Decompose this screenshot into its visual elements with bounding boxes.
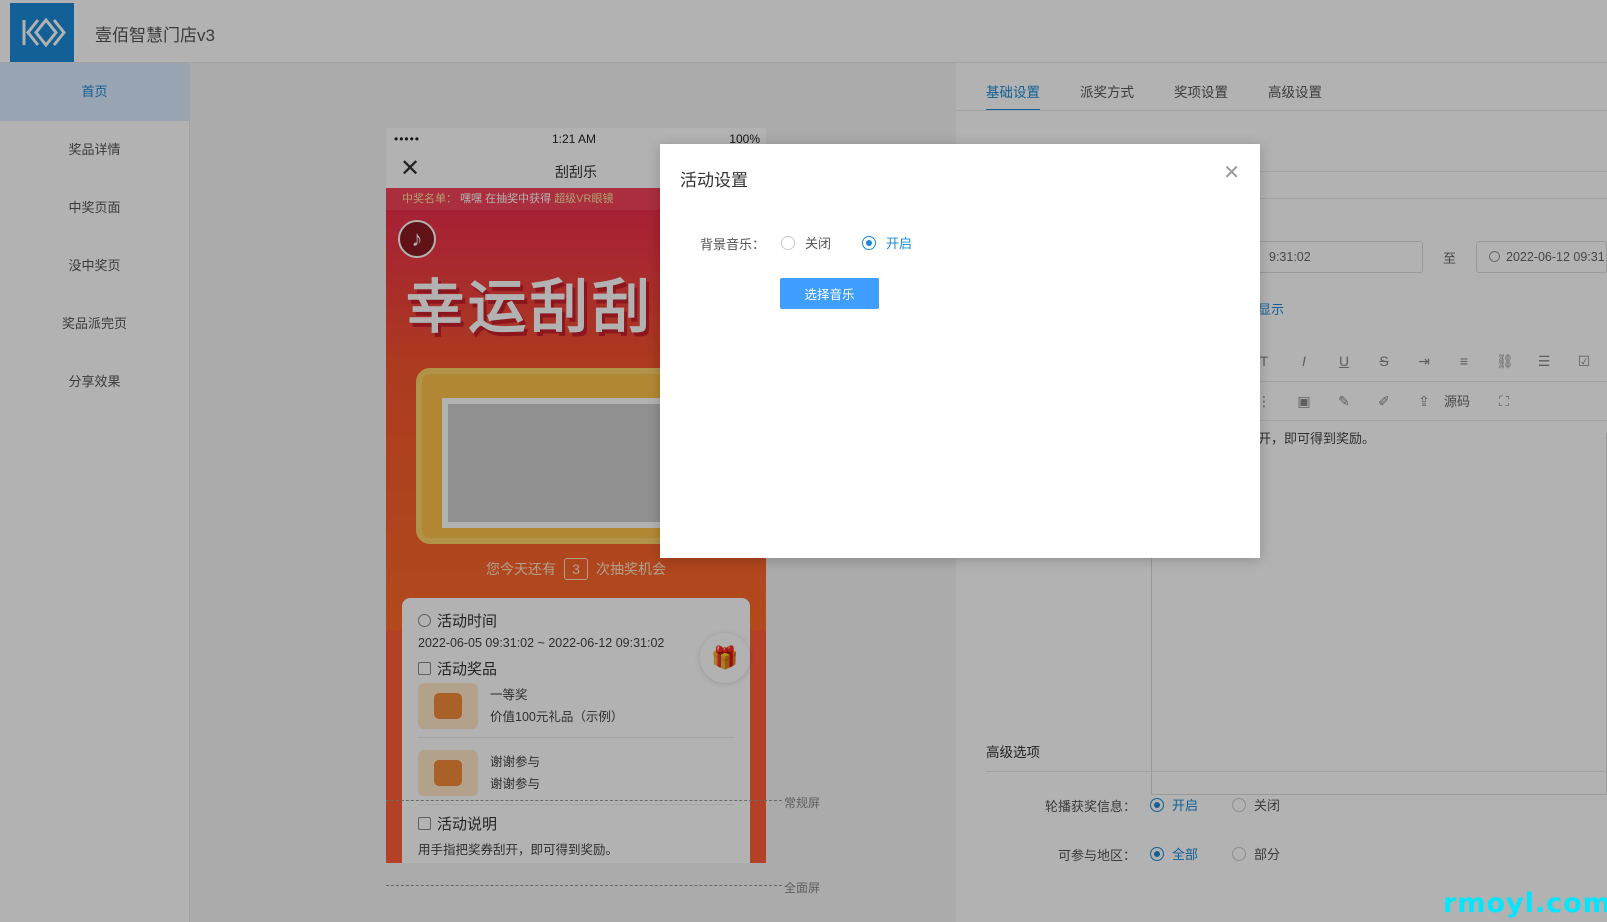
bg-music-off-radio[interactable]: 关闭 bbox=[781, 233, 831, 252]
modal-title: 活动设置 bbox=[680, 171, 748, 190]
watermark: rmoyl.com bbox=[1443, 888, 1607, 919]
radio-dot bbox=[862, 235, 876, 250]
radio-dot bbox=[781, 235, 795, 250]
select-music-button[interactable]: 选择音乐 bbox=[780, 278, 879, 309]
bg-music-on-label: 开启 bbox=[886, 236, 913, 251]
activity-settings-modal: 活动设置 ✕ 背景音乐： 关闭 开启 选择音乐 bbox=[660, 144, 1260, 558]
bg-music-label: 背景音乐： bbox=[700, 237, 766, 252]
bg-music-on-radio[interactable]: 开启 bbox=[862, 233, 912, 252]
close-icon[interactable]: ✕ bbox=[1223, 160, 1240, 185]
bg-music-off-label: 关闭 bbox=[805, 236, 832, 251]
